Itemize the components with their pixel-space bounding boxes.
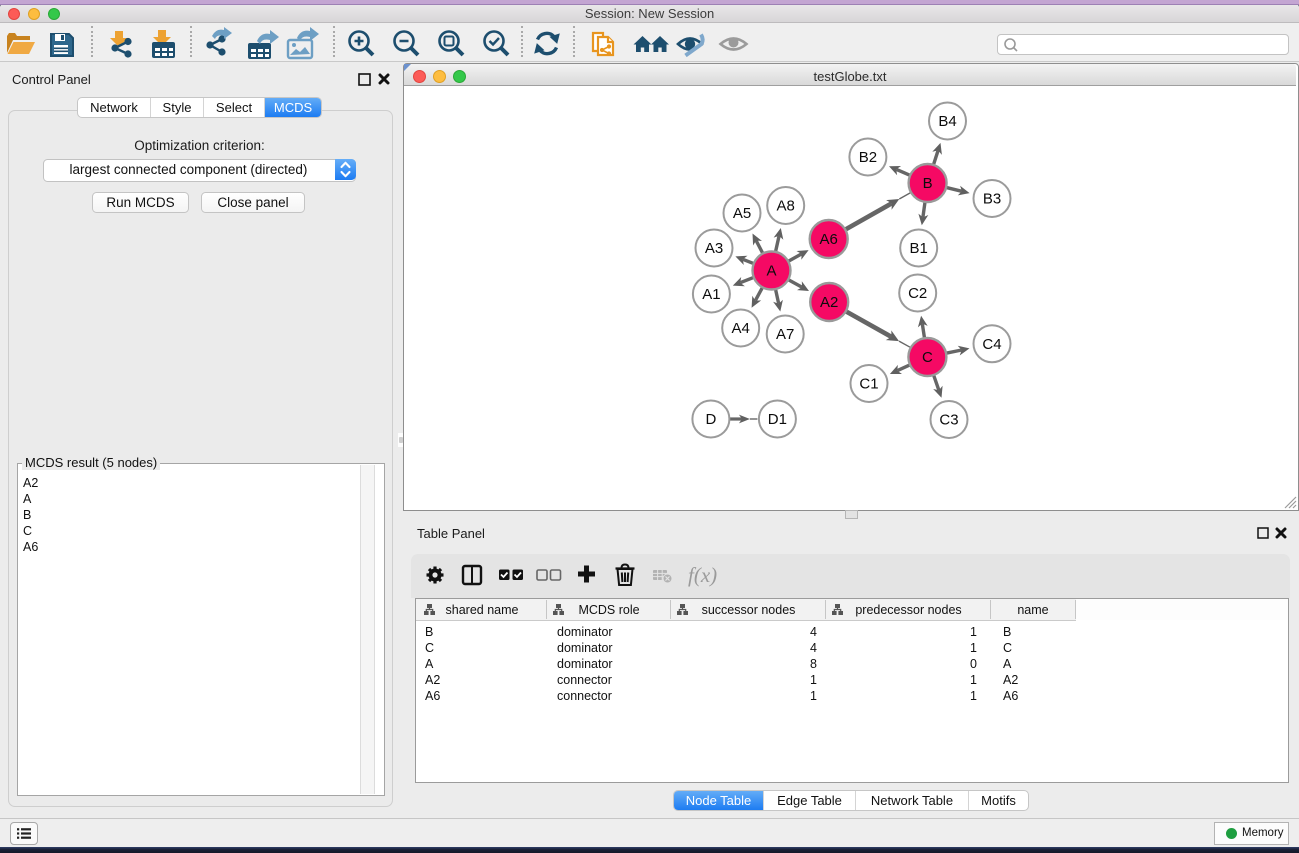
svg-text:dominator: dominator <box>557 657 613 671</box>
svg-text:4: 4 <box>810 625 817 639</box>
svg-text:B: B <box>1003 625 1011 639</box>
svg-text:successor nodes: successor nodes <box>702 603 796 617</box>
svg-text:A2: A2 <box>1003 673 1018 687</box>
svg-text:4: 4 <box>810 641 817 655</box>
svg-text:D1: D1 <box>768 411 787 428</box>
svg-text:connector: connector <box>557 673 612 687</box>
svg-text:A8: A8 <box>777 198 795 215</box>
svg-text:A: A <box>766 263 776 280</box>
svg-text:A4: A4 <box>732 320 750 337</box>
svg-text:1: 1 <box>970 625 977 639</box>
svg-text:dominator: dominator <box>557 641 613 655</box>
svg-text:connector: connector <box>557 689 612 703</box>
svg-text:C: C <box>1003 641 1012 655</box>
svg-text:A: A <box>425 657 434 671</box>
svg-text:C4: C4 <box>982 336 1001 353</box>
svg-text:B1: B1 <box>910 240 928 257</box>
svg-text:8: 8 <box>810 657 817 671</box>
svg-text:A6: A6 <box>820 231 838 248</box>
svg-text:C3: C3 <box>939 412 958 429</box>
svg-text:A1: A1 <box>702 286 720 303</box>
svg-text:A7: A7 <box>776 326 794 343</box>
svg-text:C: C <box>922 349 933 366</box>
svg-text:B2: B2 <box>859 149 877 166</box>
svg-text:C: C <box>425 641 434 655</box>
svg-text:1: 1 <box>970 689 977 703</box>
svg-text:MCDS role: MCDS role <box>578 603 639 617</box>
svg-text:1: 1 <box>810 689 817 703</box>
svg-text:C1: C1 <box>859 376 878 393</box>
svg-text:name: name <box>1017 603 1048 617</box>
svg-text:A: A <box>1003 657 1012 671</box>
svg-text:dominator: dominator <box>557 625 613 639</box>
svg-text:A6: A6 <box>1003 689 1018 703</box>
svg-text:B: B <box>425 625 433 639</box>
svg-text:B: B <box>923 175 933 192</box>
svg-text:A5: A5 <box>733 205 751 222</box>
svg-text:f(x): f(x) <box>688 563 717 587</box>
svg-text:shared name: shared name <box>446 603 519 617</box>
svg-text:B4: B4 <box>938 113 956 130</box>
svg-text:A3: A3 <box>705 240 723 257</box>
svg-text:B3: B3 <box>983 191 1001 208</box>
svg-text:C2: C2 <box>908 285 927 302</box>
svg-text:1: 1 <box>810 673 817 687</box>
svg-text:A6: A6 <box>425 689 440 703</box>
svg-text:1: 1 <box>970 641 977 655</box>
svg-text:D: D <box>705 411 716 428</box>
svg-text:A2: A2 <box>820 294 838 311</box>
svg-text:1: 1 <box>970 673 977 687</box>
svg-text:A2: A2 <box>425 673 440 687</box>
svg-text:0: 0 <box>970 657 977 671</box>
svg-text:predecessor nodes: predecessor nodes <box>855 603 961 617</box>
